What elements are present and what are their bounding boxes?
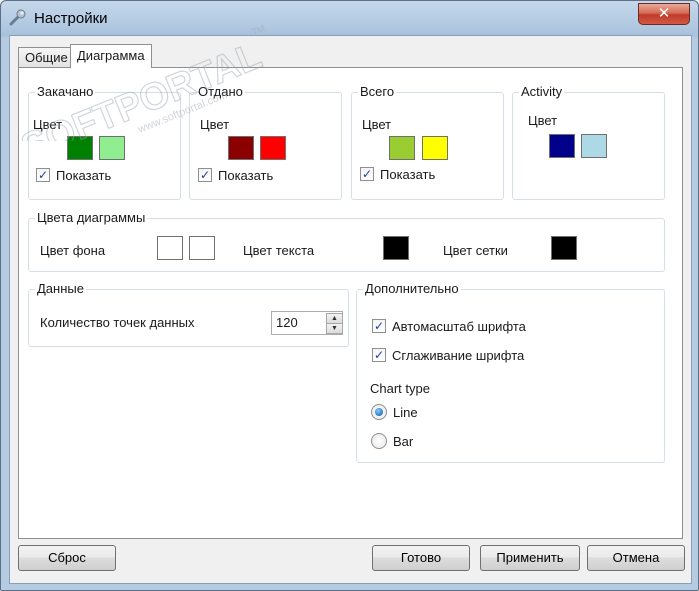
data-points-stepper[interactable]: 120 ▲ ▼ [271,311,343,335]
activity-color-1-swatch[interactable] [549,134,575,158]
group-title: Данные [35,281,86,296]
color-label: Цвет [33,117,63,132]
autoscale-font-checkbox[interactable]: ✓ [372,319,386,333]
font-smoothing-checkbox[interactable]: ✓ [372,348,386,362]
autoscale-font-label: Автомасштаб шрифта [392,319,526,334]
window-title: Настройки [34,10,108,27]
show-label: Показать [56,168,112,183]
tab-chart[interactable]: Диаграмма [70,44,152,68]
group-title: Отдано [196,84,245,99]
color-label: Цвет [200,117,230,132]
stepper-down-button[interactable]: ▼ [326,323,343,334]
show-label: Показать [218,168,274,183]
downloaded-show-checkbox[interactable]: ✓ [36,168,50,182]
group-activity: Activity Цвет [512,85,665,200]
text-color-label: Цвет текста [243,243,315,258]
uploaded-color-2-swatch[interactable] [260,136,286,160]
show-label: Показать [380,167,436,182]
title-bar[interactable]: Настройки ✕ [1,1,698,35]
wrench-icon [9,9,26,26]
group-uploaded: Отдано Цвет ✓ Показать [189,85,342,200]
dialog-client: Общие Диаграмма Закачано Цвет ✓ Показать… [9,35,692,584]
group-title: Всего [358,84,397,99]
background-color-1-swatch[interactable] [157,236,183,260]
downloaded-color-2-swatch[interactable] [99,136,125,160]
background-color-label: Цвет фона [40,243,106,258]
data-points-label: Количество точек данных [40,315,195,330]
color-label: Цвет [362,117,392,132]
settings-window: Настройки ✕ Общие Диаграмма Закачано Цве… [0,0,699,591]
background-color-2-swatch[interactable] [189,236,215,260]
chart-type-bar-label: Bar [393,434,414,449]
group-downloaded: Закачано Цвет ✓ Показать [28,85,181,200]
group-data: Данные Количество точек данных 120 ▲ ▼ [28,282,349,347]
chart-type-bar-radio[interactable] [371,433,387,449]
chart-type-label: Chart type [370,381,430,396]
grid-color-swatch[interactable] [551,236,577,260]
close-icon: ✕ [657,5,671,22]
group-title: Цвета диаграммы [35,210,148,225]
stepper-buttons: ▲ ▼ [326,313,343,334]
uploaded-show-checkbox[interactable]: ✓ [198,168,212,182]
font-smoothing-label: Сглаживание шрифта [392,348,525,363]
cancel-button[interactable]: Отмена [587,545,685,571]
ok-button[interactable]: Готово [372,545,470,571]
group-total: Всего Цвет ✓ Показать [351,85,504,200]
reset-button[interactable]: Сброс [18,545,116,571]
group-chart-colors: Цвета диаграммы Цвет фона Цвет текста Цв… [28,211,665,272]
data-points-value[interactable]: 120 [276,315,298,330]
total-color-2-swatch[interactable] [422,136,448,160]
color-label: Цвет [528,113,558,128]
tab-general[interactable]: Общие [18,47,75,67]
downloaded-color-1-swatch[interactable] [67,136,93,160]
grid-color-label: Цвет сетки [443,243,508,258]
chart-tab-panel: Закачано Цвет ✓ Показать Отдано Цвет ✓ П… [18,67,683,539]
total-show-checkbox[interactable]: ✓ [360,167,374,181]
uploaded-color-1-swatch[interactable] [228,136,254,160]
activity-color-2-swatch[interactable] [581,134,607,158]
text-color-swatch[interactable] [383,236,409,260]
total-color-1-swatch[interactable] [389,136,415,160]
chart-type-line-radio[interactable] [371,404,387,420]
group-title: Activity [519,84,565,99]
chart-type-line-label: Line [393,405,418,420]
apply-button[interactable]: Применить [480,545,580,571]
close-button[interactable]: ✕ [638,3,690,25]
group-advanced: Дополнительно ✓ Автомасштаб шрифта ✓ Сгл… [356,282,665,463]
group-title: Дополнительно [363,281,461,296]
group-title: Закачано [35,84,96,99]
